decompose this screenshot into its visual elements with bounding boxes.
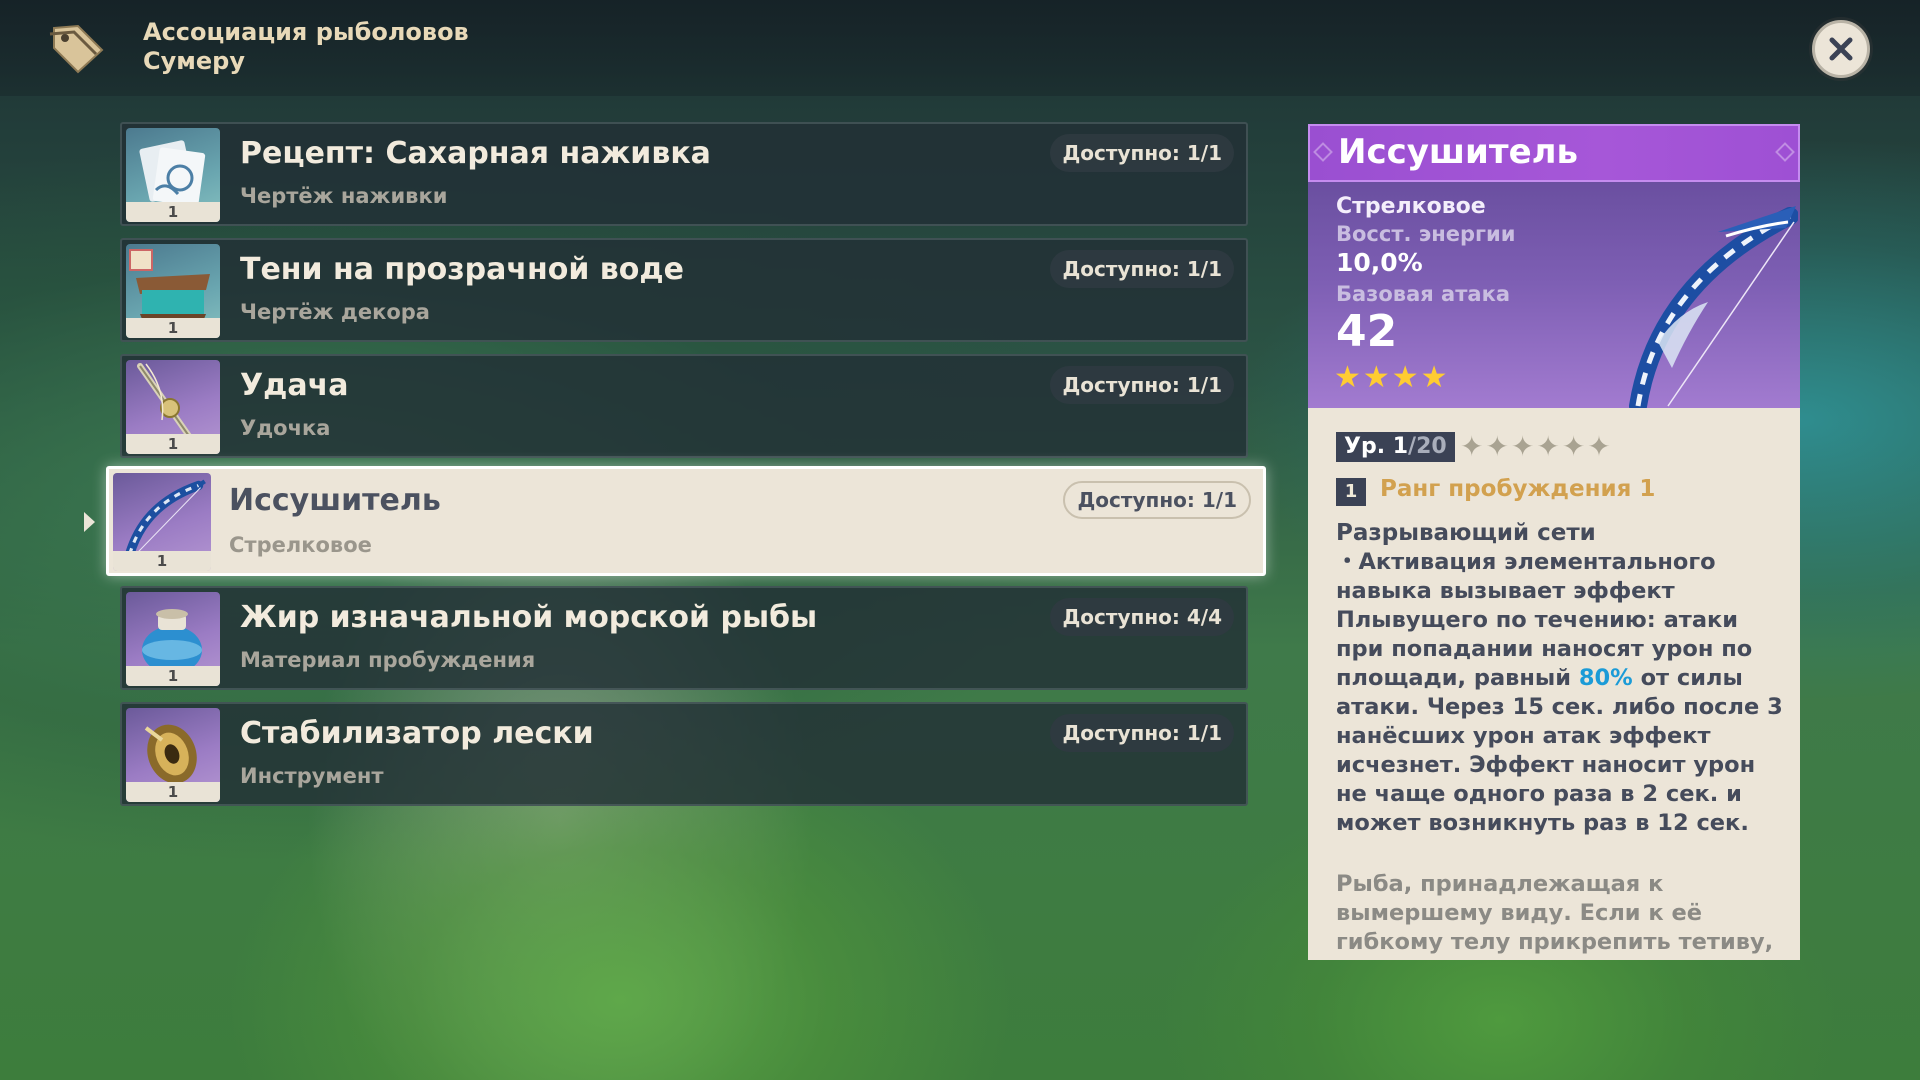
item-subtitle: Материал пробуждения bbox=[240, 648, 536, 672]
item-count: 1 bbox=[126, 202, 220, 222]
passive-highlight: 80% bbox=[1578, 665, 1633, 691]
item-detail-panel: Иссушитель Стрелковое Восст. энергии 10,… bbox=[1308, 124, 1800, 960]
blueprint-icon: 1 bbox=[126, 128, 220, 222]
availability-badge: Доступно: 1/1 bbox=[1050, 366, 1234, 404]
level-badge: Ур. 1/20 bbox=[1336, 432, 1455, 462]
base-atk-label: Базовая атака bbox=[1336, 282, 1510, 306]
reel-icon: 1 bbox=[126, 708, 220, 802]
availability-badge: Доступно: 1/1 bbox=[1050, 714, 1234, 752]
fishing-rod-icon: 1 bbox=[126, 360, 220, 454]
item-count: 1 bbox=[126, 666, 220, 686]
item-subtitle: Чертёж наживки bbox=[240, 184, 448, 208]
close-icon bbox=[1829, 37, 1853, 61]
furnishing-icon: 1 bbox=[126, 244, 220, 338]
item-subtitle: Инструмент bbox=[240, 764, 384, 788]
refinement-label: Ранг пробуждения 1 bbox=[1380, 476, 1656, 502]
availability-badge: Доступно: 1/1 bbox=[1063, 481, 1251, 519]
list-item[interactable]: 1 Тени на прозрачной воде Чертёж декора … bbox=[120, 238, 1248, 342]
tag-icon bbox=[48, 20, 108, 76]
list-item[interactable]: 1 Жир изначальной морской рыбы Материал … bbox=[120, 586, 1248, 690]
secondary-stat-value: 10,0% bbox=[1336, 248, 1423, 277]
item-count: 1 bbox=[126, 318, 220, 338]
item-title: Жир изначальной морской рыбы bbox=[240, 600, 818, 635]
detail-header: Иссушитель bbox=[1308, 124, 1800, 182]
item-title: Иссушитель bbox=[229, 483, 441, 518]
bow-icon: 1 bbox=[113, 473, 211, 571]
item-count: 1 bbox=[113, 551, 211, 571]
ascension-stars: ✦✦✦✦✦✦ bbox=[1460, 430, 1613, 463]
rarity-stars: ★★★★ bbox=[1334, 360, 1450, 395]
detail-title: Иссушитель bbox=[1338, 132, 1579, 172]
item-count: 1 bbox=[126, 434, 220, 454]
list-item[interactable]: 1 Рецепт: Сахарная наживка Чертёж наживк… bbox=[120, 122, 1248, 226]
item-title: Удача bbox=[240, 368, 349, 403]
availability-badge: Доступно: 1/1 bbox=[1050, 134, 1234, 172]
availability-badge: Доступно: 1/1 bbox=[1050, 250, 1234, 288]
item-title: Стабилизатор лески bbox=[240, 716, 594, 751]
close-button[interactable] bbox=[1812, 20, 1870, 78]
availability-badge: Доступно: 4/4 bbox=[1050, 598, 1234, 636]
list-item-selected[interactable]: 1 Иссушитель Стрелковое Доступно: 1/1 bbox=[106, 466, 1266, 576]
shop-title: Ассоциация рыболовов Сумеру bbox=[143, 18, 469, 76]
level-current: Ур. 1 bbox=[1344, 434, 1409, 459]
refinement-number: 1 bbox=[1336, 478, 1366, 506]
weapon-art-icon bbox=[1629, 206, 1798, 408]
jar-icon: 1 bbox=[126, 592, 220, 686]
shop-title-line1: Ассоциация рыболовов bbox=[143, 18, 469, 46]
base-atk-value: 42 bbox=[1336, 306, 1398, 357]
level-max: /20 bbox=[1408, 434, 1447, 459]
item-count: 1 bbox=[126, 782, 220, 802]
detail-stats: Стрелковое Восст. энергии 10,0% Базовая … bbox=[1308, 182, 1800, 408]
item-title: Рецепт: Сахарная наживка bbox=[240, 136, 711, 171]
list-item[interactable]: 1 Стабилизатор лески Инструмент Доступно… bbox=[120, 702, 1248, 806]
detail-body: Ур. 1/20 ✦✦✦✦✦✦ 1 Ранг пробуждения 1 Раз… bbox=[1308, 408, 1800, 960]
ornament-icon bbox=[1775, 142, 1795, 162]
secondary-stat-label: Восст. энергии bbox=[1336, 222, 1516, 246]
selection-arrow-icon bbox=[84, 512, 95, 532]
weapon-type: Стрелковое bbox=[1336, 194, 1486, 219]
ornament-icon bbox=[1313, 142, 1333, 162]
item-subtitle: Чертёж декора bbox=[240, 300, 430, 324]
item-subtitle: Стрелковое bbox=[229, 533, 372, 557]
lore-text: Рыба, принадлежащая к вымершему виду. Ес… bbox=[1336, 871, 1774, 960]
item-subtitle: Удочка bbox=[240, 416, 331, 440]
list-item[interactable]: 1 Удача Удочка Доступно: 1/1 bbox=[120, 354, 1248, 458]
passive-name: Разрывающий сети bbox=[1336, 520, 1596, 546]
top-bar: Ассоциация рыболовов Сумеру bbox=[0, 0, 1920, 96]
passive-description: ・Активация элементального навыка вызывае… bbox=[1336, 548, 1786, 838]
item-title: Тени на прозрачной воде bbox=[240, 252, 684, 287]
shop-title-line2: Сумеру bbox=[143, 47, 245, 75]
